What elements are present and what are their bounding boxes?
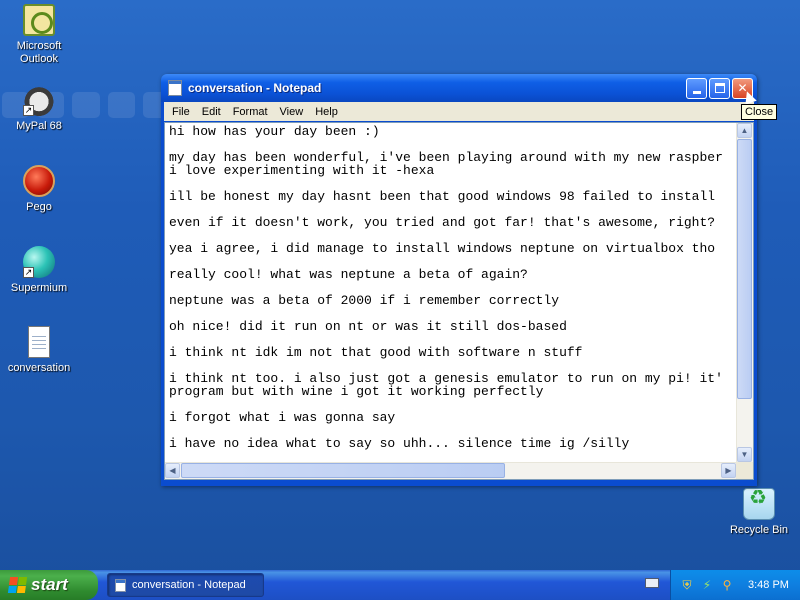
minimize-button[interactable]	[686, 77, 707, 99]
text-line: even if it doesn't work, you tried and g…	[169, 215, 716, 230]
start-button[interactable]: start	[0, 570, 98, 600]
windows-flag-icon	[7, 577, 28, 593]
network-icon[interactable]: ⚡	[700, 578, 714, 592]
menu-edit[interactable]: Edit	[196, 106, 227, 118]
maximize-icon	[714, 83, 725, 93]
text-line: yea i agree, i did manage to install win…	[169, 241, 716, 256]
menu-help[interactable]: Help	[309, 106, 344, 118]
window-title: conversation - Notepad	[188, 81, 322, 95]
arrow-down-icon: ▼	[740, 450, 749, 459]
menu-file[interactable]: File	[166, 106, 196, 118]
notepad-icon	[115, 578, 126, 592]
text-line: neptune was a beta of 2000 if i remember…	[169, 293, 560, 308]
text-document-icon	[28, 326, 50, 358]
notepad-window: conversation - Notepad ✕ File Edit Forma…	[161, 74, 757, 486]
system-tray: ⛨ ⚡ ⚲ 3:48 PM	[670, 570, 800, 600]
shortcut-arrow-icon: ↗	[23, 267, 34, 278]
arrow-left-icon: ◀	[169, 466, 176, 475]
notepad-icon	[168, 80, 182, 96]
desktop-icon-label: conversation	[7, 362, 71, 374]
text-line: program but with wine i got it working p…	[169, 384, 544, 399]
supermium-icon: ↗	[23, 246, 55, 278]
search-icon[interactable]: ⚲	[720, 578, 734, 592]
scroll-right-button[interactable]: ▶	[721, 463, 736, 478]
shortcut-arrow-icon: ↗	[23, 105, 34, 116]
desktop-icon-label: Microsoft Outlook	[16, 40, 62, 65]
menu-view[interactable]: View	[274, 106, 310, 118]
desktop-icon-mypal[interactable]: ↗ MyPal 68	[0, 84, 78, 133]
maximize-button[interactable]	[709, 77, 730, 99]
window-titlebar[interactable]: conversation - Notepad ✕	[161, 74, 757, 102]
text-editor[interactable]: hi how has your day been :) my day has b…	[164, 122, 754, 480]
text-line: ill be honest my day hasnt been that goo…	[169, 189, 716, 204]
menu-format[interactable]: Format	[227, 106, 274, 118]
text-line: i think nt idk im not that good with sof…	[169, 345, 583, 360]
size-grip	[736, 462, 753, 479]
text-line: oh nice! did it run on nt or was it stil…	[169, 319, 567, 334]
text-line: i forgot what i was gonna say	[169, 410, 396, 425]
desktop-icon-outlook[interactable]: Microsoft Outlook	[0, 4, 78, 66]
text-line: i have no idea what to say so uhh... sil…	[169, 436, 630, 451]
recycle-bin-icon	[743, 488, 775, 520]
horizontal-scrollbar[interactable]: ◀ ▶	[165, 462, 736, 479]
scroll-up-button[interactable]: ▲	[737, 123, 752, 138]
clock[interactable]: 3:48 PM	[748, 579, 789, 591]
taskbar-button-label: conversation - Notepad	[132, 579, 246, 591]
horizontal-scroll-thumb[interactable]	[181, 463, 505, 478]
desktop-icon-pego[interactable]: Pego	[0, 165, 78, 214]
desktop-icon-conversation[interactable]: conversation	[0, 326, 78, 375]
text-line: i love experimenting with it -hexa	[169, 163, 435, 178]
vertical-scroll-thumb[interactable]	[737, 139, 752, 399]
text-line: really cool! what was neptune a beta of …	[169, 267, 528, 282]
pego-icon	[23, 165, 55, 197]
start-label: start	[31, 575, 68, 594]
desktop-icon-label: Supermium	[10, 282, 68, 294]
close-tooltip: Close	[741, 104, 778, 120]
taskbar-button-notepad[interactable]: conversation - Notepad	[107, 573, 264, 597]
desktop-icon-label: Recycle Bin	[729, 524, 789, 536]
mypal-icon: ↗	[23, 84, 55, 116]
desktop-icon-supermium[interactable]: ↗ Supermium	[0, 246, 78, 295]
text-line: hi how has your day been :)	[169, 124, 380, 139]
text-content[interactable]: hi how has your day been :) my day has b…	[165, 123, 736, 462]
arrow-up-icon: ▲	[740, 126, 749, 135]
scroll-left-button[interactable]: ◀	[165, 463, 180, 478]
desktop-icon-label: MyPal 68	[16, 120, 62, 132]
security-shield-icon[interactable]: ⛨	[680, 578, 694, 592]
scroll-down-button[interactable]: ▼	[737, 447, 752, 462]
arrow-right-icon: ▶	[725, 466, 732, 475]
desktop-icon-label: Pego	[26, 201, 52, 213]
minimize-icon	[692, 90, 701, 94]
outlook-icon	[23, 4, 55, 36]
menu-bar: File Edit Format View Help	[164, 102, 754, 121]
desktop-icon-recycle-bin[interactable]: Recycle Bin	[720, 488, 798, 537]
vertical-scrollbar[interactable]: ▲ ▼	[736, 123, 753, 462]
keyboard-language-icon[interactable]	[645, 578, 659, 588]
